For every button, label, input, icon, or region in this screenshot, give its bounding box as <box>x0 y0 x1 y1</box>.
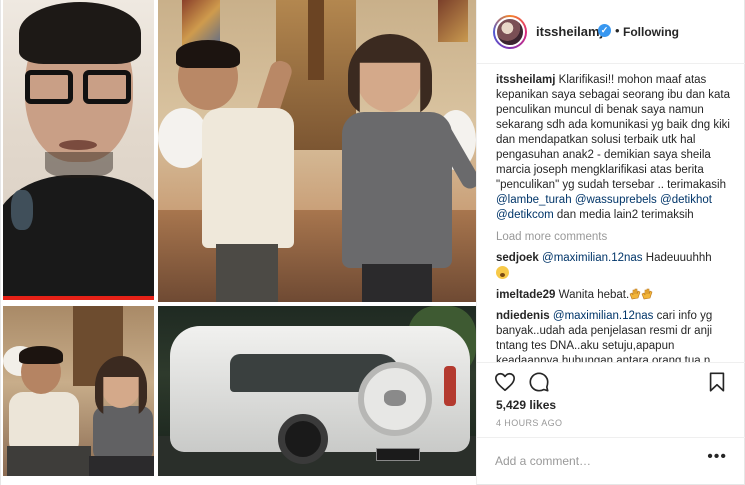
following-button[interactable]: Following <box>623 25 679 39</box>
comments-section[interactable]: itssheilamj Klarifikasi!! mohon maaf ata… <box>496 66 732 362</box>
clapping-hands-emoji-icon <box>641 288 653 300</box>
license-plate <box>376 448 420 461</box>
add-comment-bar: ••• <box>477 437 745 484</box>
mention-link[interactable]: @maximilian.12nas <box>542 252 643 264</box>
username-link[interactable]: itssheilamj <box>536 24 603 39</box>
mention-link[interactable]: @lambe_turah <box>496 194 572 206</box>
heart-icon[interactable] <box>494 371 516 393</box>
profile-avatar[interactable] <box>493 15 527 49</box>
photo-man-selfie <box>3 0 154 300</box>
mention-link[interactable]: @detikcom <box>496 209 554 221</box>
comment-text: Wanita hebat. <box>558 289 630 301</box>
caption-author-link[interactable]: itssheilamj <box>496 74 555 86</box>
comment-item: sedjoek @maximilian.12nas Hadeuuuhhh <box>496 251 732 282</box>
mention-link[interactable]: @maximilian.12nas <box>553 310 654 322</box>
caption-text-end: dan media lain2 terimaksih <box>556 209 694 221</box>
comment-text: Hadeuuuhhh <box>645 252 712 264</box>
comment-item: ndiedenis @maximilian.12nas cari info yg… <box>496 309 732 362</box>
likes-count[interactable]: 5,429 likes <box>496 398 556 412</box>
mention-link[interactable]: @detikhot <box>660 194 712 206</box>
comment-author-link[interactable]: imeltade29 <box>496 289 555 301</box>
post-timestamp[interactable]: 4 HOURS AGO <box>496 418 562 428</box>
photo-kids-sitting <box>3 306 154 476</box>
comment-item: imeltade29 Wanita hebat. <box>496 288 732 303</box>
comment-author-link[interactable]: sedjoek <box>496 252 539 264</box>
comment-author-link[interactable]: ndiedenis <box>496 310 550 322</box>
more-options-button[interactable]: ••• <box>707 448 727 466</box>
bookmark-icon[interactable] <box>706 371 728 393</box>
post-panel: itssheilamj ✓ • Following itssheilamj Kl… <box>476 0 745 485</box>
weary-face-emoji-icon <box>496 266 509 279</box>
caption-text: Klarifikasi!! mohon maaf atas kepanikan … <box>496 74 731 191</box>
photo-white-suv <box>158 306 476 476</box>
video-progress-bar <box>3 296 154 300</box>
photo-kids-dancing <box>158 0 476 302</box>
post-media[interactable] <box>0 0 476 485</box>
post-caption: itssheilamj Klarifikasi!! mohon maaf ata… <box>496 73 732 223</box>
verified-badge-icon: ✓ <box>598 24 611 37</box>
clapping-hands-emoji-icon <box>629 288 641 300</box>
comment-icon[interactable] <box>528 371 550 393</box>
mention-link[interactable]: @wassuprebels <box>575 194 657 206</box>
action-bar <box>477 362 745 398</box>
load-more-comments-button[interactable]: Load more comments <box>496 230 732 245</box>
add-comment-input[interactable] <box>495 452 705 470</box>
post-header: itssheilamj ✓ • Following <box>477 0 745 64</box>
header-separator: • <box>615 23 620 38</box>
